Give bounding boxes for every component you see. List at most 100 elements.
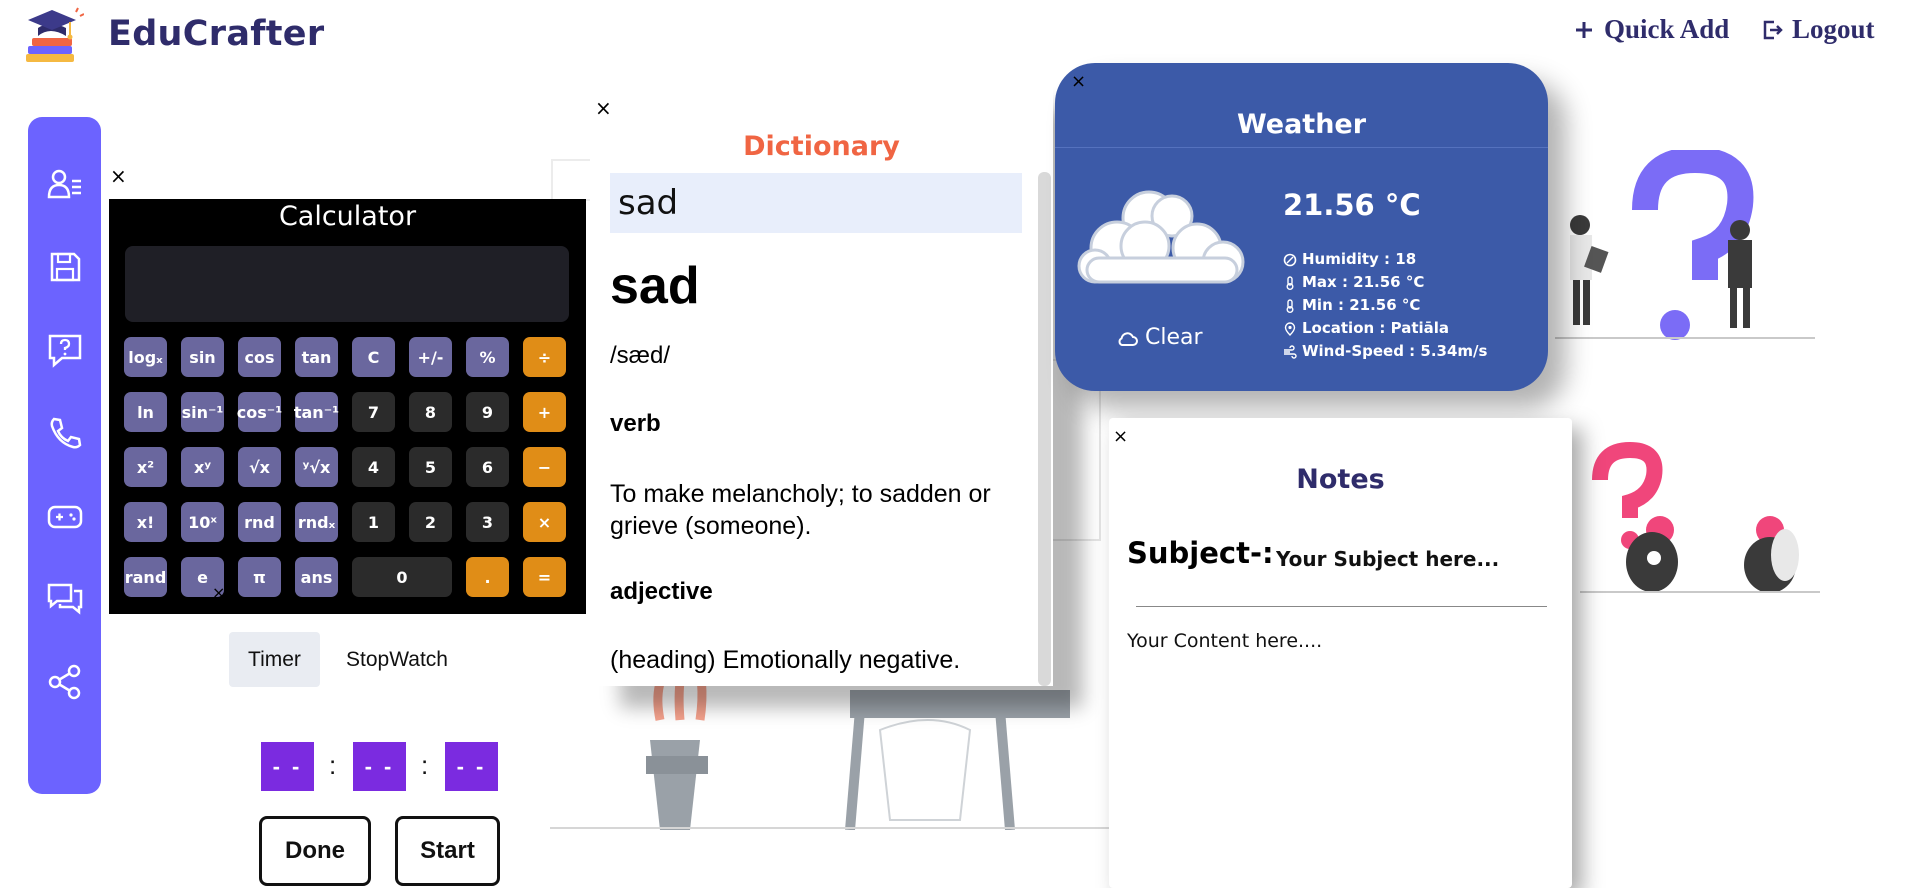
key-7[interactable]: 7 — [352, 392, 395, 432]
calculator-display — [125, 246, 569, 322]
key-yroot[interactable]: ʸ√x — [295, 447, 338, 487]
key-8[interactable]: 8 — [409, 392, 452, 432]
timer-minutes[interactable]: - - — [353, 742, 406, 791]
quick-add-button[interactable]: Quick Add — [1572, 14, 1729, 45]
timer-seconds[interactable]: - - — [445, 742, 498, 791]
calculator-close-button[interactable]: × — [110, 166, 127, 186]
key-logx[interactable]: logₓ — [124, 337, 167, 377]
plus-icon — [1576, 21, 1592, 38]
humidity-icon — [1283, 253, 1297, 266]
logout-button[interactable]: Logout — [1760, 14, 1875, 45]
weather-max: Max : 21.56 °C — [1283, 271, 1487, 294]
quick-add-label: Quick Add — [1604, 14, 1730, 44]
question-icon — [48, 334, 82, 368]
weather-condition: Clear — [1115, 325, 1203, 350]
key-rndx[interactable]: rndₓ — [295, 502, 338, 542]
key-pi[interactable]: π — [238, 557, 281, 597]
key-rand[interactable]: rand — [124, 557, 167, 597]
timer-done-button[interactable]: Done — [259, 816, 371, 886]
key-sign[interactable]: +/- — [409, 337, 452, 377]
key-0[interactable]: 0 — [352, 557, 452, 597]
weather-humidity-text: Humidity : 18 — [1302, 250, 1417, 268]
sidebar-item-contact[interactable] — [46, 414, 84, 452]
key-tan[interactable]: tan — [295, 337, 338, 377]
phone-icon — [50, 417, 82, 449]
weather-condition-label: Clear — [1145, 325, 1203, 350]
weather-min: Min : 21.56 °C — [1283, 294, 1487, 317]
timer-colon: : — [421, 750, 429, 780]
key-minus[interactable]: − — [523, 447, 566, 487]
dictionary-result: sad /sæd/ verb To make melancholy; to sa… — [610, 256, 1030, 675]
timer-close-button[interactable]: × — [212, 585, 225, 601]
key-rnd[interactable]: rnd — [238, 502, 281, 542]
key-multiply[interactable]: × — [523, 502, 566, 542]
key-9[interactable]: 9 — [466, 392, 509, 432]
key-1[interactable]: 1 — [352, 502, 395, 542]
dictionary-title: Dictionary — [743, 131, 900, 162]
dictionary-part-of-speech: adjective — [610, 578, 713, 605]
tab-stopwatch[interactable]: StopWatch — [334, 632, 460, 687]
weather-min-text: Min : 21.56 °C — [1302, 296, 1421, 314]
key-plus[interactable]: + — [523, 392, 566, 432]
location-pin-icon — [1284, 321, 1296, 336]
dictionary-close-button[interactable]: × — [595, 98, 612, 118]
key-dot[interactable]: . — [466, 557, 509, 597]
key-atan[interactable]: tan⁻¹ — [294, 392, 339, 432]
weather-close-button[interactable]: × — [1071, 73, 1086, 91]
tab-timer[interactable]: Timer — [229, 632, 320, 687]
notes-content-input[interactable] — [1125, 628, 1549, 872]
key-cos[interactable]: cos — [238, 337, 281, 377]
key-square[interactable]: x² — [124, 447, 167, 487]
key-ans[interactable]: ans — [295, 557, 338, 597]
wind-icon — [1284, 344, 1297, 359]
key-3[interactable]: 3 — [466, 502, 509, 542]
notes-close-button[interactable]: × — [1113, 428, 1128, 446]
profile-list-icon — [47, 169, 81, 199]
weather-widget: Weather Clear 21.56 °C Humidity : 18 Max… — [1055, 63, 1548, 391]
dictionary-scrollbar[interactable] — [1038, 172, 1051, 686]
timer-hours[interactable]: - - — [261, 742, 314, 791]
thermometer-icon — [1286, 298, 1294, 313]
key-factorial[interactable]: x! — [124, 502, 167, 542]
key-sqrt[interactable]: √x — [238, 447, 281, 487]
key-sin[interactable]: sin — [181, 337, 224, 377]
key-asin[interactable]: sin⁻¹ — [181, 392, 224, 432]
key-2[interactable]: 2 — [409, 502, 452, 542]
notes-subject-input[interactable] — [1274, 540, 1548, 578]
key-percent[interactable]: % — [466, 337, 509, 377]
key-acos[interactable]: cos⁻¹ — [237, 392, 282, 432]
timer-start-button[interactable]: Start — [395, 816, 500, 886]
sidebar-item-chat[interactable] — [46, 580, 84, 618]
dictionary-phonetic: /sæd/ — [610, 342, 671, 369]
cloud-icon — [1077, 190, 1245, 284]
dictionary-word: sad — [610, 257, 700, 315]
weather-humidity: Humidity : 18 — [1283, 248, 1487, 271]
key-ln[interactable]: ln — [124, 392, 167, 432]
key-5[interactable]: 5 — [409, 447, 452, 487]
dictionary-definition: To make melancholy; to sadden or grieve … — [610, 480, 991, 540]
notes-divider — [1136, 606, 1547, 607]
sidebar — [28, 117, 101, 794]
sidebar-item-save[interactable] — [46, 248, 84, 286]
save-icon — [50, 252, 81, 282]
calculator-widget: Calculator logₓ sin cos tan C +/- % ÷ ln… — [109, 199, 586, 614]
dictionary-part-of-speech: verb — [610, 410, 661, 437]
sidebar-item-games[interactable] — [46, 497, 84, 535]
sidebar-item-share[interactable] — [46, 663, 84, 701]
dictionary-search-input[interactable] — [610, 173, 1022, 233]
weather-title: Weather — [1236, 109, 1367, 140]
key-6[interactable]: 6 — [466, 447, 509, 487]
notes-subject-label: Subject-: — [1127, 536, 1274, 570]
sidebar-item-quiz[interactable] — [46, 331, 84, 369]
key-clear[interactable]: C — [352, 337, 395, 377]
weather-wind-text: Wind-Speed : 5.34m/s — [1302, 342, 1488, 360]
gamepad-icon — [47, 505, 83, 529]
key-divide[interactable]: ÷ — [523, 337, 566, 377]
sidebar-item-profile[interactable] — [46, 165, 84, 203]
calculator-title: Calculator — [278, 201, 417, 232]
key-equals[interactable]: = — [523, 557, 566, 597]
key-4[interactable]: 4 — [352, 447, 395, 487]
key-pow[interactable]: xʸ — [181, 447, 224, 487]
weather-location: Location : Patiāla — [1283, 317, 1487, 340]
key-tenpow[interactable]: 10ˣ — [181, 502, 224, 542]
